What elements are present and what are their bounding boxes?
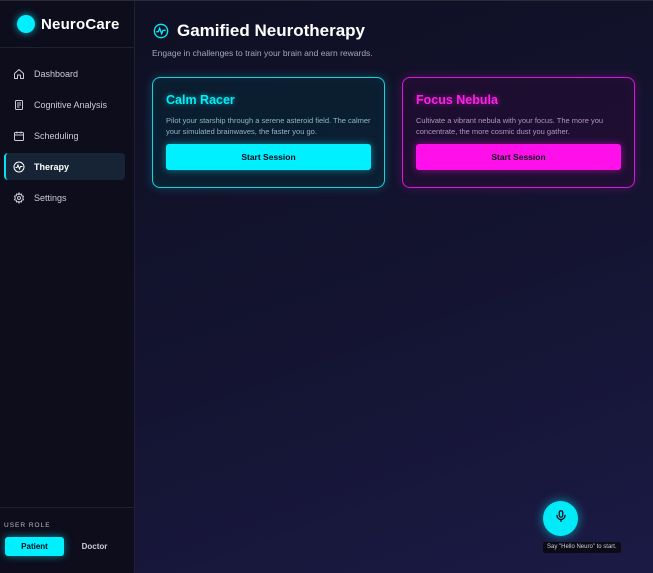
home-icon: [12, 67, 25, 80]
user-role-label: USER ROLE: [4, 522, 51, 529]
card-description: Pilot your starship through a serene ast…: [166, 116, 371, 136]
sidebar-item-scheduling[interactable]: Scheduling: [4, 122, 125, 149]
sidebar-item-label: Scheduling: [34, 130, 79, 141]
sidebar-item-therapy[interactable]: Therapy: [4, 153, 125, 180]
sidebar-item-label: Therapy: [34, 161, 70, 172]
sidebar-item-label: Settings: [34, 192, 67, 203]
sidebar-nav: Dashboard Cognitive Analysis Scheduling …: [0, 48, 134, 211]
voice-assistant-button[interactable]: [543, 501, 578, 536]
brand-name: NeuroCare: [41, 15, 120, 33]
page-subtitle: Engage in challenges to train your brain…: [152, 48, 373, 58]
sidebar: NeuroCare Dashboard Cognitive Analysis S…: [0, 1, 135, 573]
brainwave-icon: [153, 23, 169, 39]
microphone-icon: [554, 508, 568, 529]
voice-hint: Say "Hello Neuro" to start.: [543, 542, 621, 553]
start-session-button[interactable]: Start Session: [166, 144, 371, 170]
start-session-button[interactable]: Start Session: [416, 144, 621, 170]
sidebar-item-label: Dashboard: [34, 68, 79, 79]
sidebar-item-cognitive-analysis[interactable]: Cognitive Analysis: [4, 91, 125, 118]
game-card-calm-racer: Calm Racer Pilot your starship through a…: [152, 77, 385, 188]
card-title: Focus Nebula: [416, 93, 498, 107]
game-card-focus-nebula: Focus Nebula Cultivate a vibrant nebula …: [402, 77, 635, 188]
sidebar-item-label: Cognitive Analysis: [34, 99, 108, 110]
main-content: Gamified Neurotherapy Engage in challeng…: [135, 1, 653, 573]
card-description: Cultivate a vibrant nebula with your foc…: [416, 116, 604, 136]
page-header: Gamified Neurotherapy: [153, 21, 636, 41]
calendar-icon: [12, 129, 25, 142]
role-toggle: Patient Doctor: [5, 537, 129, 556]
role-patient-button[interactable]: Patient: [5, 537, 64, 556]
sidebar-item-dashboard[interactable]: Dashboard: [4, 60, 125, 87]
page-title: Gamified Neurotherapy: [177, 21, 365, 40]
game-cards: Calm Racer Pilot your starship through a…: [152, 77, 636, 188]
brand: NeuroCare: [0, 1, 134, 48]
role-doctor-button[interactable]: Doctor: [65, 537, 124, 556]
brainwave-icon: [12, 160, 25, 173]
brand-logo-icon: [17, 15, 35, 33]
gear-icon: [12, 191, 25, 204]
app-window: NeuroCare Dashboard Cognitive Analysis S…: [0, 0, 653, 573]
document-icon: [12, 98, 25, 111]
user-role-switcher: USER ROLE Patient Doctor: [0, 507, 134, 573]
card-title: Calm Racer: [166, 93, 235, 107]
sidebar-item-settings[interactable]: Settings: [4, 184, 125, 211]
